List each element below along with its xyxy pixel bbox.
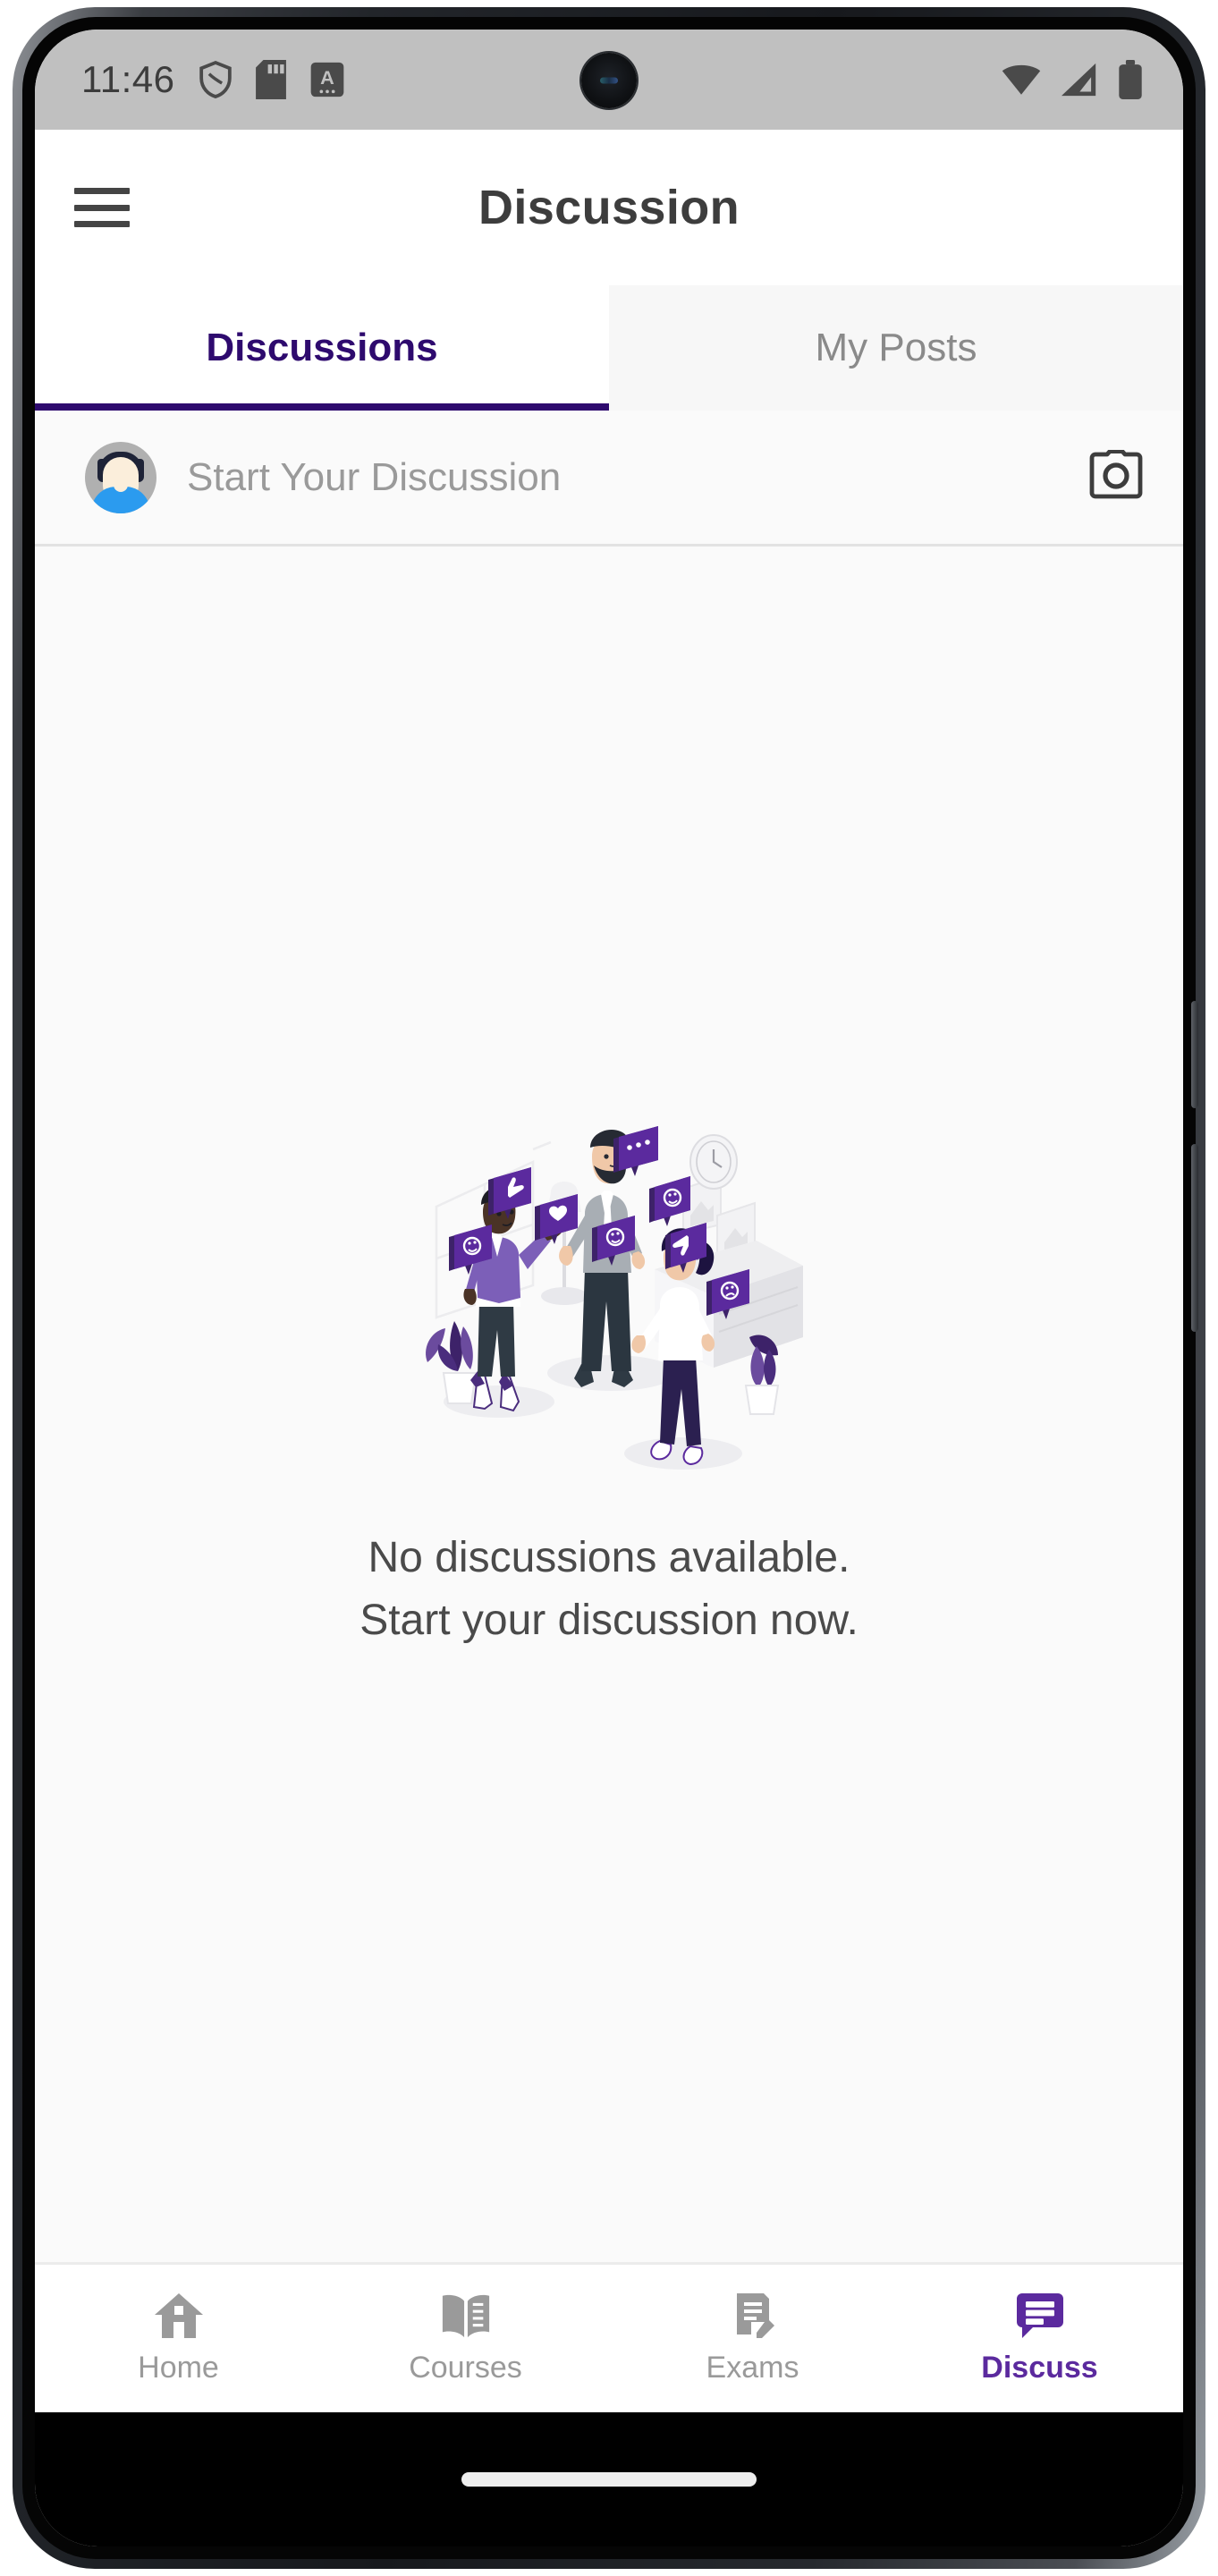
tab-my-posts-label: My Posts [815,326,977,369]
nav-item-exams[interactable]: Exams [609,2292,896,2385]
battery-icon [1119,60,1142,99]
bottom-navigation-bar: Home Courses Exams Discuss [35,2262,1183,2412]
discussion-list-area: No discussions available. Start your dis… [35,547,1183,2262]
people-discussing-illustration [426,1126,803,1470]
shield-vpn-icon [199,60,232,98]
exam-icon [736,2293,774,2338]
start-discussion-input[interactable]: Start Your Discussion [187,455,1058,500]
tab-bar: Discussions My Posts [35,285,1183,411]
sd-card-icon [255,60,286,99]
wifi-icon [1002,64,1041,95]
phone-device-frame: 11:46 A Discussion Discussions My Posts … [13,7,1205,2569]
empty-state-message: No discussions available. Start your dis… [359,1527,859,1651]
tab-my-posts[interactable]: My Posts [609,285,1183,411]
empty-state: No discussions available. Start your dis… [359,1106,859,1651]
status-bar: 11:46 A [35,30,1183,130]
empty-state-line-1: No discussions available. [368,1534,850,1582]
camera-icon[interactable] [1088,449,1144,504]
nav-item-discuss[interactable]: Discuss [896,2292,1183,2385]
empty-state-line-2: Start your discussion now. [359,1597,859,1644]
phone-bezel: 11:46 A Discussion Discussions My Posts … [22,17,1198,2559]
hamburger-menu-icon[interactable] [74,188,130,227]
app-header: Discussion [35,130,1183,285]
phone-screen: 11:46 A Discussion Discussions My Posts … [35,30,1183,2546]
system-gesture-area [35,2412,1183,2546]
home-gesture-pill[interactable] [461,2472,757,2487]
cellular-signal-icon [1062,63,1096,97]
svg-text:A: A [320,66,334,89]
nav-item-home[interactable]: Home [35,2292,322,2385]
front-camera-punchhole [581,53,637,108]
keyboard-a-icon: A [310,62,343,97]
volume-button[interactable] [1191,1144,1198,1332]
book-icon [442,2294,489,2338]
power-button[interactable] [1191,1001,1198,1108]
nav-item-discuss-label: Discuss [981,2351,1098,2385]
tab-discussions-label: Discussions [206,326,438,369]
status-clock: 11:46 [81,58,175,100]
home-icon [154,2293,203,2338]
status-bar-left: 11:46 A [81,58,345,101]
chat-icon [1016,2293,1063,2338]
nav-item-home-label: Home [138,2351,219,2385]
user-avatar [85,441,156,513]
page-title: Discussion [478,181,740,234]
nav-item-exams-label: Exams [706,2351,799,2385]
tab-discussions[interactable]: Discussions [35,285,609,411]
nav-item-courses[interactable]: Courses [322,2292,609,2385]
nav-item-courses-label: Courses [409,2351,522,2385]
start-discussion-row[interactable]: Start Your Discussion [35,411,1183,547]
status-bar-right [1001,60,1144,99]
